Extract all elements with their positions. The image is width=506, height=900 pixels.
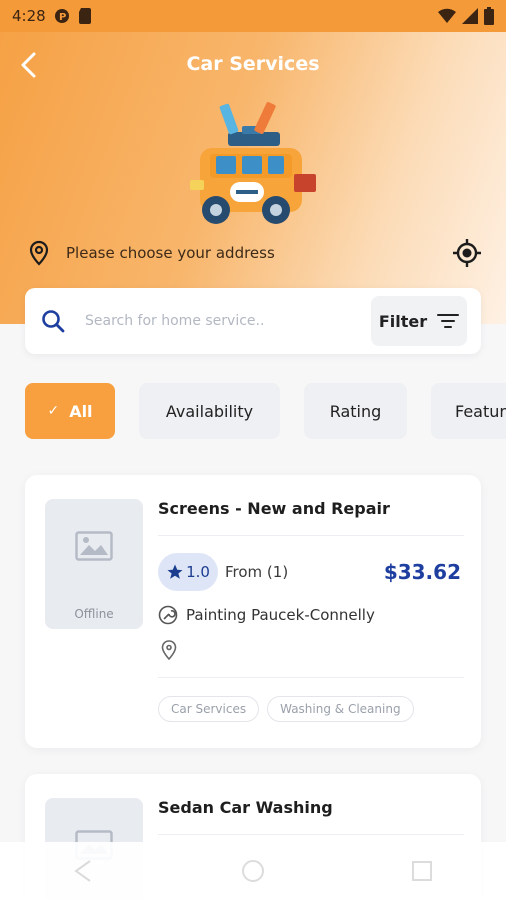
offline-label: Offline bbox=[74, 607, 114, 621]
review-count: From (1) bbox=[225, 563, 289, 581]
chip-label: All bbox=[69, 401, 93, 421]
status-app-icon: P bbox=[54, 9, 69, 23]
chip-featured[interactable]: Featured bbox=[431, 383, 506, 439]
chip-label: Featured bbox=[455, 401, 506, 421]
svg-text:P: P bbox=[59, 12, 66, 23]
page-title: Car Services bbox=[186, 53, 320, 75]
tag: Washing & Cleaning bbox=[267, 696, 414, 722]
address-selector[interactable]: Please choose your address bbox=[26, 236, 482, 270]
service-title: Sedan Car Washing bbox=[158, 798, 333, 817]
search-bar: Filter bbox=[25, 288, 481, 354]
chip-availability[interactable]: Availability bbox=[139, 383, 280, 439]
sd-card-icon bbox=[78, 8, 91, 24]
wrench-icon bbox=[158, 605, 178, 625]
divider bbox=[158, 834, 464, 835]
signal-icon bbox=[462, 8, 478, 24]
provider-name: Painting Paucek-Connelly bbox=[186, 606, 375, 624]
service-price: $33.62 bbox=[383, 560, 461, 584]
chip-label: Availability bbox=[165, 401, 254, 421]
battery-icon bbox=[484, 7, 494, 25]
nav-back-icon[interactable] bbox=[64, 851, 104, 891]
nav-home-icon[interactable] bbox=[233, 851, 273, 891]
status-bar: 4:28 P bbox=[0, 0, 506, 32]
divider bbox=[158, 677, 464, 678]
service-tags: Car Services Washing & Cleaning bbox=[158, 696, 414, 722]
status-time: 4:28 bbox=[12, 7, 46, 25]
location-pin-icon bbox=[29, 240, 49, 266]
search-icon bbox=[42, 310, 65, 333]
provider-row: Painting Paucek-Connelly bbox=[158, 605, 375, 625]
service-card[interactable]: Offline Screens - New and Repair 1.0 Fro… bbox=[25, 475, 481, 748]
check-icon: ✓ bbox=[47, 403, 60, 419]
system-nav-bar bbox=[0, 842, 506, 900]
service-title: Screens - New and Repair bbox=[158, 499, 390, 518]
gps-target-icon[interactable] bbox=[452, 238, 482, 268]
rating-value: 1.0 bbox=[186, 563, 210, 581]
chip-rating[interactable]: Rating bbox=[304, 383, 407, 439]
filter-chips: ✓ All Availability Rating Featured bbox=[25, 383, 506, 439]
chip-all[interactable]: ✓ All bbox=[25, 383, 115, 439]
search-input[interactable] bbox=[85, 313, 345, 329]
star-icon bbox=[167, 564, 183, 579]
rating-badge: 1.0 bbox=[158, 553, 218, 591]
address-text: Please choose your address bbox=[66, 244, 275, 262]
service-thumbnail: Offline bbox=[45, 499, 143, 629]
wifi-icon bbox=[438, 8, 456, 23]
location-pin-icon bbox=[161, 640, 177, 660]
filter-label: Filter bbox=[378, 311, 428, 331]
car-service-illustration bbox=[190, 102, 316, 224]
image-placeholder-icon bbox=[75, 531, 113, 561]
filter-button[interactable]: Filter bbox=[371, 296, 467, 346]
divider bbox=[158, 535, 464, 536]
filter-icon bbox=[437, 314, 460, 328]
nav-recents-icon[interactable] bbox=[402, 851, 442, 891]
chip-label: Rating bbox=[329, 401, 382, 421]
tag: Car Services bbox=[158, 696, 260, 722]
